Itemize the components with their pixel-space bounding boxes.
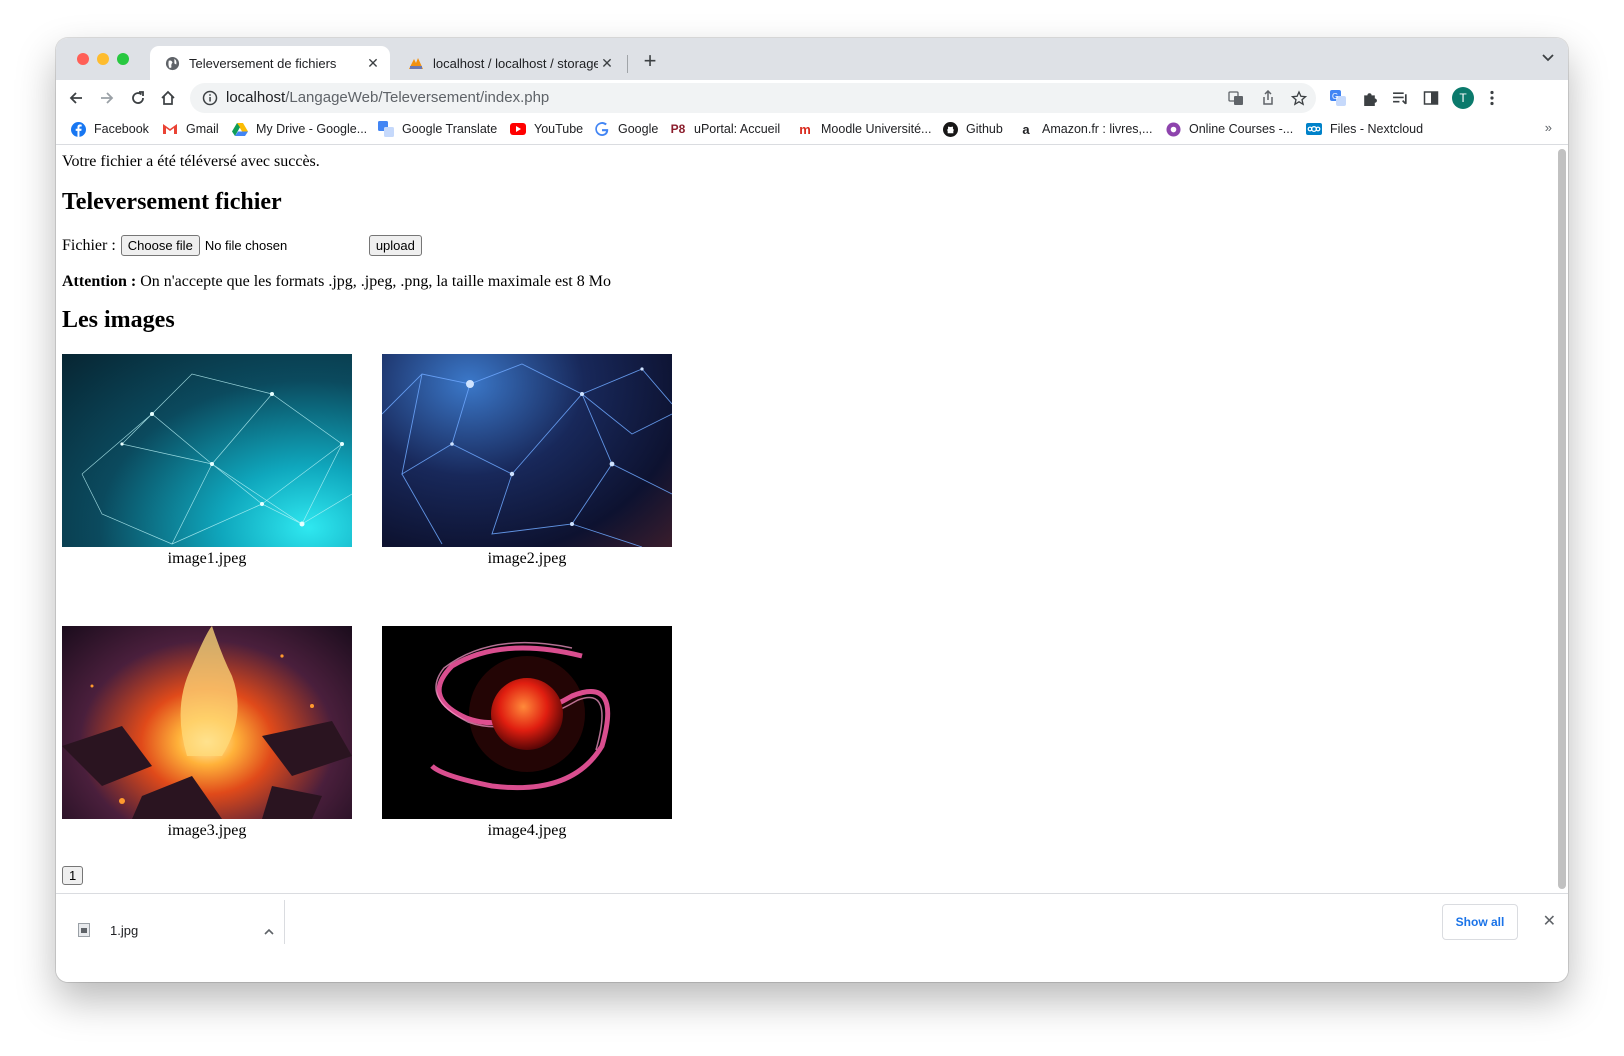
tab-search-chevron-icon[interactable]: [1542, 51, 1554, 65]
download-shelf: 1.jpg Show all ✕: [56, 893, 1568, 982]
nextcloud-icon: [1306, 121, 1322, 137]
upload-heading: Televersement fichier: [62, 189, 282, 215]
address-bar[interactable]: localhost/LangageWeb/Televersement/index…: [190, 83, 1316, 113]
file-label: Fichier :: [62, 236, 116, 254]
profile-avatar[interactable]: T: [1452, 87, 1474, 109]
reading-list-icon[interactable]: [1390, 88, 1410, 108]
bookmark-online-courses[interactable]: Online Courses -...: [1165, 121, 1293, 137]
google-icon: [594, 121, 610, 137]
url-text: localhost/LangageWeb/Televersement/index…: [226, 89, 550, 106]
zoom-window-button[interactable]: [117, 53, 129, 65]
menu-kebab-icon[interactable]: [1482, 88, 1502, 108]
bookmark-uportal[interactable]: P8 uPortal: Accueil: [670, 121, 781, 137]
bookmark-star-icon[interactable]: [1291, 89, 1307, 106]
attention-label: Attention :: [62, 273, 137, 290]
more-bookmarks-chevron-icon[interactable]: »: [1545, 120, 1552, 135]
shelf-divider: [284, 900, 285, 944]
reload-icon[interactable]: [126, 86, 150, 110]
image3-thumbnail[interactable]: [62, 626, 352, 819]
tab-televersement[interactable]: Televersement de fichiers ✕: [150, 46, 390, 80]
side-panel-icon[interactable]: [1421, 88, 1441, 108]
bookmark-google[interactable]: Google: [594, 121, 658, 137]
bookmark-amazon[interactable]: a Amazon.fr : livres,...: [1018, 121, 1152, 137]
minimize-window-button[interactable]: [97, 53, 109, 65]
image1-thumbnail[interactable]: [62, 354, 352, 547]
close-tab-icon[interactable]: ✕: [364, 55, 382, 72]
bookmark-nextcloud[interactable]: Files - Nextcloud: [1306, 121, 1423, 137]
uportal-icon: P8: [670, 122, 686, 136]
moodle-icon: m: [799, 121, 811, 137]
youtube-icon: [510, 121, 526, 137]
translate-page-icon[interactable]: [1228, 90, 1244, 106]
close-icon[interactable]: ✕: [1543, 911, 1556, 931]
page-content: Votre fichier a été téléversé avec succè…: [56, 145, 1568, 893]
bookmark-github[interactable]: Github: [942, 121, 1003, 137]
tab-divider: [627, 55, 628, 73]
share-icon[interactable]: [1260, 90, 1276, 106]
facebook-icon: [70, 121, 86, 137]
bookmarks-bar: Facebook Gmail My Drive - Google... Goog…: [56, 116, 1568, 145]
image2-thumbnail[interactable]: [382, 354, 672, 547]
image1-caption: image1.jpeg: [167, 550, 247, 567]
home-icon[interactable]: [156, 86, 180, 110]
download-item[interactable]: 1.jpg: [70, 908, 284, 952]
google-translate-extension-icon[interactable]: G: [1328, 88, 1348, 108]
tab-title: Televersement de fichiers: [189, 55, 337, 71]
image4-caption: image4.jpeg: [487, 822, 567, 839]
no-file-text: No file chosen: [204, 238, 288, 253]
image4-thumbnail[interactable]: [382, 626, 672, 819]
back-arrow-icon[interactable]: [64, 86, 88, 110]
pagination: 1: [62, 866, 84, 885]
attention-text: On n'accepte que les formats .jpg, .jpeg…: [140, 273, 611, 290]
download-filename: 1.jpg: [110, 922, 139, 938]
browser-window: Televersement de fichiers ✕ localhost / …: [56, 38, 1568, 982]
info-icon[interactable]: [202, 90, 218, 106]
forward-arrow-icon[interactable]: [95, 86, 119, 110]
bookmark-moodle[interactable]: m Moodle Université...: [797, 121, 931, 137]
tab-title: localhost / localhost / storage /: [433, 55, 598, 71]
image2-caption: image2.jpeg: [487, 550, 567, 567]
bookmark-youtube[interactable]: YouTube: [510, 121, 583, 137]
page-1-button[interactable]: 1: [62, 866, 84, 885]
images-heading: Les images: [62, 307, 175, 333]
bookmark-facebook[interactable]: Facebook: [70, 121, 149, 137]
bookmark-gmail[interactable]: Gmail: [162, 121, 219, 137]
bookmark-drive[interactable]: My Drive - Google...: [232, 121, 367, 137]
drive-icon: [232, 121, 248, 137]
chevron-up-icon[interactable]: [264, 923, 274, 938]
new-tab-button[interactable]: +: [639, 50, 661, 73]
image3-caption: image3.jpeg: [167, 822, 247, 839]
bookmark-translate[interactable]: Google Translate: [378, 121, 497, 137]
gmail-icon: [162, 121, 178, 137]
globe-icon: [164, 55, 180, 71]
attention-note: Attention : On n'accepte que les formats…: [62, 273, 611, 291]
extensions-puzzle-icon[interactable]: [1359, 88, 1379, 108]
github-icon: [942, 121, 958, 137]
tab-strip: Televersement de fichiers ✕ localhost / …: [56, 38, 1568, 80]
vertical-scrollbar[interactable]: [1558, 149, 1566, 889]
show-all-button[interactable]: Show all: [1442, 904, 1518, 940]
success-message: Votre fichier a été téléversé avec succè…: [62, 153, 320, 170]
upload-form: Fichier : Choose file No file chosen upl…: [62, 235, 422, 256]
close-tab-icon[interactable]: ✕: [598, 55, 616, 72]
close-window-button[interactable]: [77, 53, 89, 65]
svg-text:G: G: [1332, 92, 1338, 101]
translate-icon: [378, 121, 394, 137]
image-file-icon: [76, 922, 92, 938]
toolbar: localhost/LangageWeb/Televersement/index…: [56, 80, 1568, 116]
upload-button[interactable]: upload: [368, 235, 422, 256]
choose-file-button[interactable]: Choose file: [120, 235, 200, 256]
amazon-icon: a: [1022, 121, 1030, 137]
phpmyadmin-icon: [408, 55, 424, 71]
tab-phpmyadmin[interactable]: localhost / localhost / storage / ✕: [394, 46, 624, 80]
courses-icon: [1165, 121, 1181, 137]
